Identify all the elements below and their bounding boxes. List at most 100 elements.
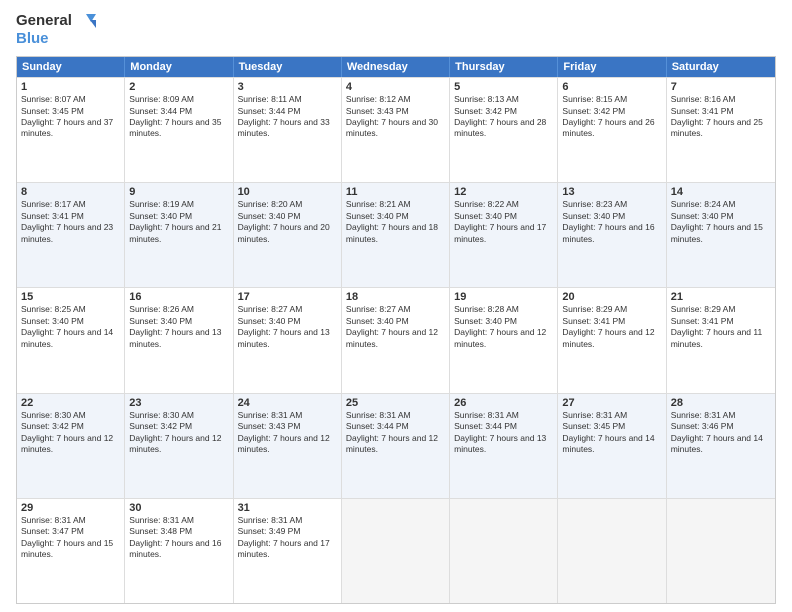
day-number: 22 [21, 397, 120, 409]
cal-cell: 18Sunrise: 8:27 AMSunset: 3:40 PMDayligh… [342, 288, 450, 392]
header-cell-thursday: Thursday [450, 57, 558, 77]
sunset-text: Sunset: 3:48 PM [129, 526, 228, 537]
sunrise-text: Sunrise: 8:07 AM [21, 94, 120, 105]
day-number: 27 [562, 397, 661, 409]
day-number: 20 [562, 291, 661, 303]
cal-cell: 2Sunrise: 8:09 AMSunset: 3:44 PMDaylight… [125, 78, 233, 182]
day-number: 31 [238, 502, 337, 514]
sunset-text: Sunset: 3:40 PM [129, 211, 228, 222]
sunrise-text: Sunrise: 8:31 AM [129, 515, 228, 526]
sunset-text: Sunset: 3:46 PM [671, 421, 771, 432]
sunrise-text: Sunrise: 8:11 AM [238, 94, 337, 105]
cal-cell: 5Sunrise: 8:13 AMSunset: 3:42 PMDaylight… [450, 78, 558, 182]
cal-cell: 19Sunrise: 8:28 AMSunset: 3:40 PMDayligh… [450, 288, 558, 392]
sunrise-text: Sunrise: 8:30 AM [21, 410, 120, 421]
daylight-text: Daylight: 7 hours and 16 minutes. [129, 538, 228, 561]
sunrise-text: Sunrise: 8:30 AM [129, 410, 228, 421]
daylight-text: Daylight: 7 hours and 25 minutes. [671, 117, 771, 140]
sunrise-text: Sunrise: 8:31 AM [671, 410, 771, 421]
daylight-text: Daylight: 7 hours and 14 minutes. [671, 433, 771, 456]
cal-cell: 16Sunrise: 8:26 AMSunset: 3:40 PMDayligh… [125, 288, 233, 392]
cal-cell: 21Sunrise: 8:29 AMSunset: 3:41 PMDayligh… [667, 288, 775, 392]
sunset-text: Sunset: 3:47 PM [21, 526, 120, 537]
week-row-4: 22Sunrise: 8:30 AMSunset: 3:42 PMDayligh… [17, 393, 775, 498]
page: General Blue SundayMondayTuesdayWednesda… [0, 0, 792, 612]
sunset-text: Sunset: 3:40 PM [238, 316, 337, 327]
sunrise-text: Sunrise: 8:20 AM [238, 199, 337, 210]
daylight-text: Daylight: 7 hours and 26 minutes. [562, 117, 661, 140]
sunrise-text: Sunrise: 8:29 AM [562, 304, 661, 315]
calendar-header: SundayMondayTuesdayWednesdayThursdayFrid… [17, 57, 775, 77]
daylight-text: Daylight: 7 hours and 15 minutes. [21, 538, 120, 561]
sunrise-text: Sunrise: 8:31 AM [454, 410, 553, 421]
cal-cell: 30Sunrise: 8:31 AMSunset: 3:48 PMDayligh… [125, 499, 233, 603]
sunrise-text: Sunrise: 8:29 AM [671, 304, 771, 315]
daylight-text: Daylight: 7 hours and 18 minutes. [346, 222, 445, 245]
cal-cell [450, 499, 558, 603]
sunset-text: Sunset: 3:44 PM [129, 106, 228, 117]
sunset-text: Sunset: 3:40 PM [562, 211, 661, 222]
daylight-text: Daylight: 7 hours and 13 minutes. [454, 433, 553, 456]
sunset-text: Sunset: 3:44 PM [454, 421, 553, 432]
cal-cell: 25Sunrise: 8:31 AMSunset: 3:44 PMDayligh… [342, 394, 450, 498]
cal-cell: 10Sunrise: 8:20 AMSunset: 3:40 PMDayligh… [234, 183, 342, 287]
logo: General Blue [16, 12, 96, 48]
cal-cell: 14Sunrise: 8:24 AMSunset: 3:40 PMDayligh… [667, 183, 775, 287]
logo-text-blue: Blue [16, 30, 49, 48]
sunrise-text: Sunrise: 8:13 AM [454, 94, 553, 105]
week-row-2: 8Sunrise: 8:17 AMSunset: 3:41 PMDaylight… [17, 182, 775, 287]
day-number: 16 [129, 291, 228, 303]
day-number: 11 [346, 186, 445, 198]
day-number: 9 [129, 186, 228, 198]
sunset-text: Sunset: 3:41 PM [671, 106, 771, 117]
cal-cell: 23Sunrise: 8:30 AMSunset: 3:42 PMDayligh… [125, 394, 233, 498]
sunset-text: Sunset: 3:42 PM [562, 106, 661, 117]
calendar: SundayMondayTuesdayWednesdayThursdayFrid… [16, 56, 776, 604]
daylight-text: Daylight: 7 hours and 14 minutes. [562, 433, 661, 456]
cal-cell: 13Sunrise: 8:23 AMSunset: 3:40 PMDayligh… [558, 183, 666, 287]
sunrise-text: Sunrise: 8:23 AM [562, 199, 661, 210]
sunset-text: Sunset: 3:42 PM [21, 421, 120, 432]
sunrise-text: Sunrise: 8:09 AM [129, 94, 228, 105]
cal-cell: 20Sunrise: 8:29 AMSunset: 3:41 PMDayligh… [558, 288, 666, 392]
day-number: 24 [238, 397, 337, 409]
day-number: 4 [346, 81, 445, 93]
daylight-text: Daylight: 7 hours and 21 minutes. [129, 222, 228, 245]
header-cell-saturday: Saturday [667, 57, 775, 77]
day-number: 7 [671, 81, 771, 93]
sunrise-text: Sunrise: 8:12 AM [346, 94, 445, 105]
sunrise-text: Sunrise: 8:31 AM [238, 515, 337, 526]
day-number: 12 [454, 186, 553, 198]
daylight-text: Daylight: 7 hours and 12 minutes. [454, 327, 553, 350]
sunrise-text: Sunrise: 8:21 AM [346, 199, 445, 210]
sunset-text: Sunset: 3:43 PM [346, 106, 445, 117]
cal-cell: 7Sunrise: 8:16 AMSunset: 3:41 PMDaylight… [667, 78, 775, 182]
day-number: 6 [562, 81, 661, 93]
sunset-text: Sunset: 3:42 PM [129, 421, 228, 432]
daylight-text: Daylight: 7 hours and 12 minutes. [238, 433, 337, 456]
day-number: 5 [454, 81, 553, 93]
daylight-text: Daylight: 7 hours and 11 minutes. [671, 327, 771, 350]
daylight-text: Daylight: 7 hours and 16 minutes. [562, 222, 661, 245]
header-cell-tuesday: Tuesday [234, 57, 342, 77]
sunset-text: Sunset: 3:49 PM [238, 526, 337, 537]
daylight-text: Daylight: 7 hours and 35 minutes. [129, 117, 228, 140]
day-number: 18 [346, 291, 445, 303]
sunset-text: Sunset: 3:41 PM [562, 316, 661, 327]
sunrise-text: Sunrise: 8:17 AM [21, 199, 120, 210]
sunrise-text: Sunrise: 8:31 AM [21, 515, 120, 526]
sunset-text: Sunset: 3:43 PM [238, 421, 337, 432]
cal-cell: 29Sunrise: 8:31 AMSunset: 3:47 PMDayligh… [17, 499, 125, 603]
sunrise-text: Sunrise: 8:19 AM [129, 199, 228, 210]
daylight-text: Daylight: 7 hours and 12 minutes. [562, 327, 661, 350]
cal-cell: 1Sunrise: 8:07 AMSunset: 3:45 PMDaylight… [17, 78, 125, 182]
day-number: 19 [454, 291, 553, 303]
sunrise-text: Sunrise: 8:15 AM [562, 94, 661, 105]
sunset-text: Sunset: 3:44 PM [238, 106, 337, 117]
cal-cell: 28Sunrise: 8:31 AMSunset: 3:46 PMDayligh… [667, 394, 775, 498]
day-number: 13 [562, 186, 661, 198]
sunset-text: Sunset: 3:40 PM [671, 211, 771, 222]
day-number: 17 [238, 291, 337, 303]
sunset-text: Sunset: 3:44 PM [346, 421, 445, 432]
sunrise-text: Sunrise: 8:27 AM [346, 304, 445, 315]
